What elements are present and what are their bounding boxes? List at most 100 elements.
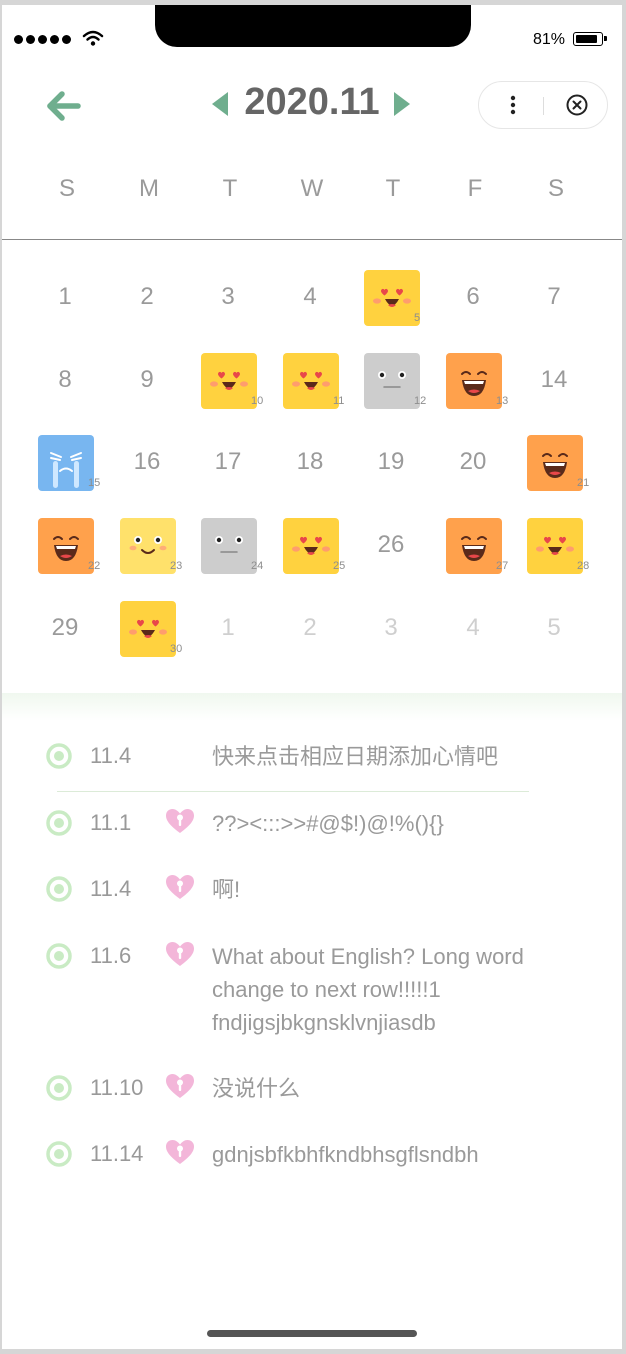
- calendar-day[interactable]: 7: [519, 262, 589, 332]
- day-number: 26: [377, 531, 405, 558]
- calendar-shadow: [2, 693, 622, 721]
- calendar-day[interactable]: 18: [275, 427, 345, 497]
- calendar-day[interactable]: 4: [275, 262, 345, 332]
- day-number: 27: [496, 560, 509, 572]
- day-number: 17: [214, 448, 242, 475]
- calendar-day[interactable]: 20: [438, 427, 508, 497]
- weekday-divider: [2, 239, 622, 240]
- miniprogram-capsule: [478, 81, 608, 129]
- day-number: 13: [496, 395, 509, 407]
- calendar-day: 4: [438, 593, 508, 663]
- entry-date: 11.4: [90, 876, 132, 901]
- calendar-day: 3: [356, 593, 426, 663]
- calendar-day[interactable]: 25: [275, 510, 345, 580]
- mood-love-icon: [364, 270, 420, 326]
- calendar-day[interactable]: 9: [112, 345, 182, 415]
- calendar-day[interactable]: 26: [356, 510, 426, 580]
- ring-dot-icon: [46, 743, 72, 769]
- entry-text: 没说什么: [212, 1076, 301, 1101]
- day-number: 23: [170, 560, 183, 572]
- home-indicator: [207, 1330, 417, 1337]
- calendar-day[interactable]: 11: [275, 345, 345, 415]
- day-number: 2: [140, 283, 154, 310]
- calendar-day[interactable]: 10: [193, 345, 263, 415]
- calendar-day[interactable]: 13: [438, 345, 508, 415]
- day-number: 12: [414, 395, 427, 407]
- more-dots-icon[interactable]: [493, 82, 533, 128]
- entry-text: gdnjsbfkbhfkndbhsgflsndbh: [212, 1142, 479, 1167]
- day-number: 7: [547, 283, 561, 310]
- mood-laugh-icon: [446, 518, 502, 574]
- day-number: 5: [547, 614, 561, 641]
- calendar-day[interactable]: 21: [519, 427, 589, 497]
- calendar-day[interactable]: 5: [356, 262, 426, 332]
- mood-love-icon: [120, 601, 176, 657]
- calendar-day[interactable]: 6: [438, 262, 508, 332]
- day-number: 29: [51, 614, 79, 641]
- day-number: 25: [333, 560, 346, 572]
- next-month-icon[interactable]: [390, 89, 414, 119]
- calendar-day[interactable]: 16: [112, 427, 182, 497]
- heart-keyhole-icon: [166, 875, 194, 899]
- entry-divider: [57, 791, 529, 792]
- day-number: 8: [58, 366, 72, 393]
- day-number: 28: [577, 560, 590, 572]
- day-number: 15: [88, 477, 101, 489]
- calendar-grid: 1 2 3 4 5 6 7 8 9 10 11 12 13 14 15 16 17 18 19 20 21 22 23 24 2…: [2, 255, 622, 665]
- mood-love-icon: [201, 353, 257, 409]
- entry-text: What about English? Long word change to …: [212, 944, 524, 1035]
- day-number: 1: [58, 283, 72, 310]
- status-bar: 81%: [2, 5, 622, 65]
- entry-text: ??><:::>>#@$!)@!%(){}: [212, 811, 444, 836]
- calendar-day[interactable]: 19: [356, 427, 426, 497]
- calendar-day[interactable]: 29: [30, 593, 100, 663]
- day-number: 2: [303, 614, 317, 641]
- calendar-day[interactable]: 28: [519, 510, 589, 580]
- calendar-day[interactable]: 30: [112, 593, 182, 663]
- calendar-day[interactable]: 15: [30, 427, 100, 497]
- calendar-day[interactable]: 22: [30, 510, 100, 580]
- calendar-day[interactable]: 1: [30, 262, 100, 332]
- calendar-day[interactable]: 12: [356, 345, 426, 415]
- mood-love-icon: [527, 518, 583, 574]
- calendar-day: 5: [519, 593, 589, 663]
- calendar-day: 1: [193, 593, 263, 663]
- day-number: 10: [251, 395, 264, 407]
- ring-dot-icon: [46, 876, 72, 902]
- calendar-day[interactable]: 3: [193, 262, 263, 332]
- weekday-label: M: [139, 175, 159, 202]
- month-title: 2020.11: [244, 81, 380, 123]
- calendar-day[interactable]: 23: [112, 510, 182, 580]
- entry-date: 11.6: [90, 943, 132, 968]
- close-circle-icon[interactable]: [557, 82, 597, 128]
- entry-date: 11.4: [90, 743, 132, 768]
- calendar-day[interactable]: 17: [193, 427, 263, 497]
- entry-text: 啊!: [212, 877, 241, 902]
- heart-keyhole-icon: [166, 809, 194, 833]
- heart-keyhole-icon: [166, 942, 194, 966]
- day-number: 16: [133, 448, 161, 475]
- mood-neutral-icon: [364, 353, 420, 409]
- day-number: 30: [170, 643, 183, 655]
- heart-keyhole-icon: [166, 1074, 194, 1098]
- back-arrow-icon[interactable]: [42, 85, 86, 129]
- ring-dot-icon: [46, 1075, 72, 1101]
- calendar-day: 2: [275, 593, 345, 663]
- calendar-day[interactable]: 27: [438, 510, 508, 580]
- day-number: 4: [466, 614, 480, 641]
- heart-keyhole-icon: [166, 1140, 194, 1164]
- prev-month-icon[interactable]: [208, 89, 232, 119]
- mood-cry-icon: [38, 435, 94, 491]
- mood-laugh-icon: [38, 518, 94, 574]
- entry-date: 11.14: [90, 1141, 144, 1166]
- calendar-day[interactable]: 8: [30, 345, 100, 415]
- battery-icon: [573, 32, 607, 46]
- mood-love-icon: [283, 518, 339, 574]
- day-number: 11: [333, 395, 345, 407]
- calendar-day[interactable]: 24: [193, 510, 263, 580]
- day-number: 14: [540, 366, 568, 393]
- battery-percentage: 81%: [533, 31, 566, 48]
- calendar-day[interactable]: 14: [519, 345, 589, 415]
- calendar-day[interactable]: 2: [112, 262, 182, 332]
- weekday-header: S M T W T F S: [2, 175, 622, 215]
